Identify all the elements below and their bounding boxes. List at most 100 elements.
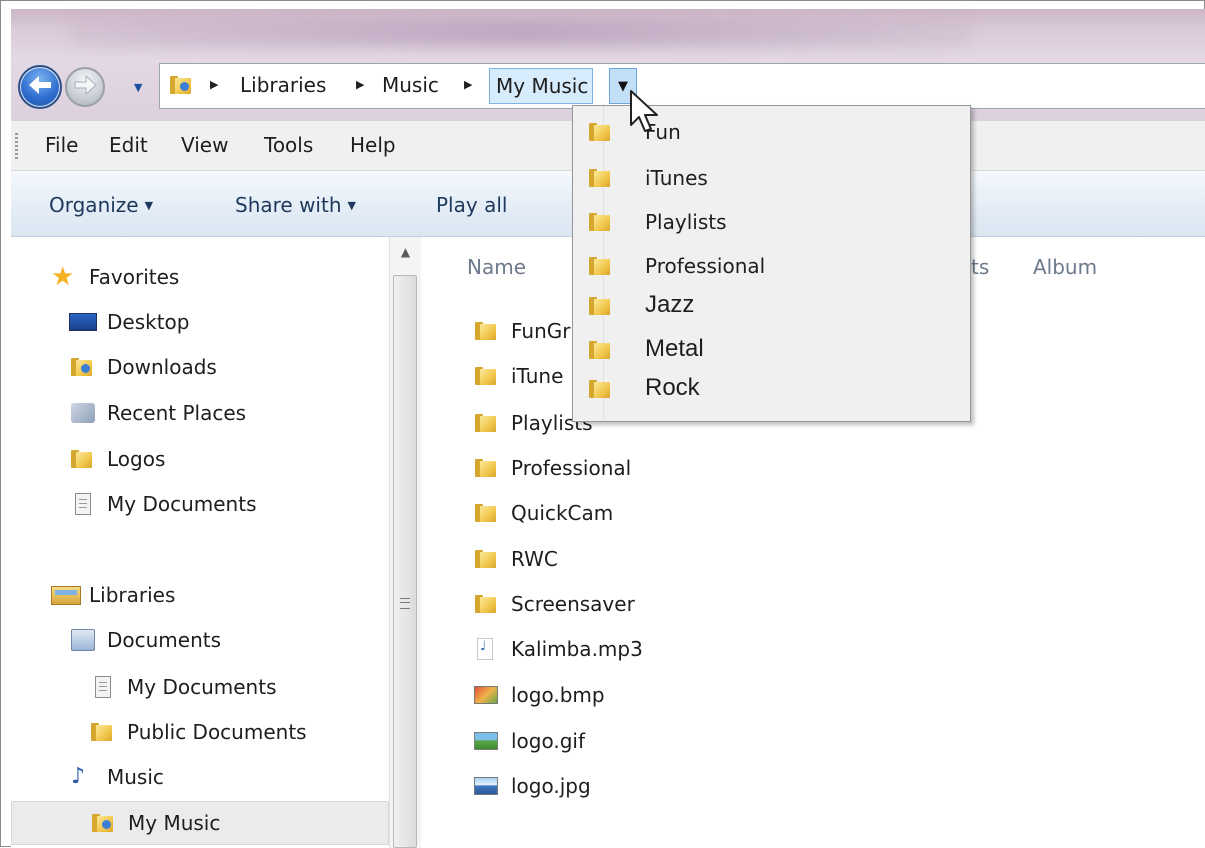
chevron-right-icon[interactable]: ▶ — [210, 78, 218, 91]
folder-icon — [587, 210, 613, 234]
organize-button[interactable]: Organize ▼ — [49, 193, 153, 217]
nav-libraries-label: Libraries — [89, 583, 176, 607]
dropdown-item-playlists[interactable]: Playlists — [573, 202, 970, 242]
column-header-contributing-artists[interactable]: ts — [971, 255, 989, 279]
file-row[interactable]: logo.gif — [473, 723, 585, 759]
menu-edit[interactable]: Edit — [109, 133, 148, 157]
breadcrumb-music[interactable]: Music — [382, 73, 439, 97]
bitmap-image-icon — [473, 683, 499, 707]
explorer-window: ▼ ▶ Libraries ▶ Music ▶ My Music ▼ File … — [0, 0, 1205, 848]
file-row[interactable]: RWC — [473, 541, 558, 577]
dropdown-item-jazz[interactable]: Jazz — [573, 286, 970, 326]
file-name: RWC — [511, 547, 558, 571]
organize-label: Organize — [49, 193, 139, 217]
documents-folder-icon — [89, 675, 117, 699]
star-icon: ★ — [51, 262, 75, 292]
nav-music-library-label: Music — [107, 765, 164, 789]
music-note-icon: ♪ — [71, 764, 86, 789]
file-row[interactable]: logo.jpg — [473, 768, 591, 804]
nav-recent-places[interactable]: Recent Places — [69, 395, 246, 431]
nav-libraries[interactable]: Libraries — [51, 577, 175, 613]
column-header-album[interactable]: Album — [1033, 255, 1097, 279]
chevron-down-icon: ▼ — [347, 199, 356, 212]
documents-library-icon — [69, 628, 97, 652]
nav-public-documents-label: Public Documents — [127, 720, 307, 744]
menu-view[interactable]: View — [181, 133, 228, 157]
address-bar[interactable]: ▶ Libraries ▶ Music ▶ My Music ▼ — [159, 63, 1205, 109]
nav-desktop[interactable]: Desktop — [69, 304, 189, 340]
menu-file[interactable]: File — [45, 133, 78, 157]
recent-places-icon — [69, 401, 97, 425]
nav-favorites-label: Favorites — [89, 265, 180, 289]
nav-lib-my-documents-label: My Documents — [127, 675, 277, 699]
folder-icon — [473, 364, 499, 388]
file-name: logo.bmp — [511, 683, 605, 707]
nav-my-music[interactable]: My Music — [11, 801, 389, 845]
dropdown-item-label: Playlists — [645, 210, 727, 234]
dropdown-item-professional[interactable]: Professional — [573, 246, 970, 286]
nav-my-documents[interactable]: My Documents — [69, 486, 256, 522]
nav-music-library[interactable]: ♪ Music — [69, 759, 164, 795]
music-folder-icon — [170, 76, 192, 94]
file-row[interactable]: Screensaver — [473, 586, 635, 622]
file-name: iTune — [511, 364, 564, 388]
nav-logos[interactable]: Logos — [69, 441, 165, 477]
scroll-thumb[interactable] — [393, 275, 417, 848]
downloads-folder-icon — [69, 355, 97, 379]
file-name: logo.jpg — [511, 774, 591, 798]
column-header-name[interactable]: Name — [467, 255, 526, 279]
chevron-right-icon[interactable]: ▶ — [356, 78, 364, 91]
dropdown-item-rock[interactable]: Rock — [573, 369, 970, 409]
folder-icon — [587, 377, 613, 401]
file-row[interactable]: logo.bmp — [473, 677, 605, 713]
folder-icon — [587, 120, 613, 144]
file-name: Screensaver — [511, 592, 635, 616]
dropdown-item-itunes[interactable]: iTunes — [573, 158, 970, 198]
folder-icon — [89, 720, 117, 744]
dropdown-item-label: Rock — [645, 374, 700, 401]
menu-tools[interactable]: Tools — [264, 133, 313, 157]
nav-lib-my-documents[interactable]: My Documents — [89, 669, 276, 705]
dropdown-item-metal[interactable]: Metal — [573, 330, 970, 370]
chevron-down-icon: ▼ — [144, 199, 154, 212]
share-with-button[interactable]: Share with ▼ — [235, 193, 356, 217]
libraries-icon — [51, 583, 81, 607]
audio-file-icon — [473, 637, 499, 661]
blurred-title — [71, 19, 971, 47]
toolbar-grip — [15, 133, 18, 159]
file-name: QuickCam — [511, 501, 614, 525]
file-row[interactable]: Professional — [473, 450, 631, 486]
menu-help[interactable]: Help — [350, 133, 396, 157]
file-row[interactable]: FunGr — [473, 313, 570, 349]
play-all-button[interactable]: Play all — [436, 193, 507, 217]
nav-favorites[interactable]: ★ Favorites — [51, 259, 179, 295]
forward-button[interactable] — [65, 67, 105, 107]
folder-icon — [69, 447, 97, 471]
file-row[interactable]: iTune — [473, 358, 563, 394]
file-row[interactable]: QuickCam — [473, 495, 613, 531]
nav-documents-library-label: Documents — [107, 628, 222, 652]
folder-icon — [587, 294, 613, 318]
folder-icon — [473, 456, 499, 480]
share-with-label: Share with — [235, 193, 342, 217]
breadcrumb-libraries[interactable]: Libraries — [240, 73, 326, 97]
nav-logos-label: Logos — [107, 447, 166, 471]
breadcrumb-current[interactable]: My Music — [489, 68, 594, 104]
scroll-up-icon[interactable]: ▲ — [390, 237, 421, 267]
file-name: Professional — [511, 456, 632, 480]
recent-pages-dropdown-icon[interactable]: ▼ — [134, 81, 142, 94]
folder-icon — [473, 501, 499, 525]
folder-icon — [473, 547, 499, 571]
back-button[interactable] — [18, 65, 62, 109]
chevron-right-icon[interactable]: ▶ — [464, 78, 472, 91]
nav-public-documents[interactable]: Public Documents — [89, 714, 307, 750]
file-row[interactable]: Kalimba.mp3 — [473, 631, 643, 667]
nav-scrollbar[interactable]: ▲ — [389, 237, 421, 848]
dropdown-item-label: Metal — [645, 335, 704, 362]
folder-icon — [587, 338, 613, 362]
back-arrow-icon — [27, 74, 53, 101]
grip-icon — [400, 598, 410, 609]
nav-documents-library[interactable]: Documents — [69, 622, 221, 658]
nav-downloads[interactable]: Downloads — [69, 349, 217, 385]
music-folder-icon — [90, 811, 118, 835]
